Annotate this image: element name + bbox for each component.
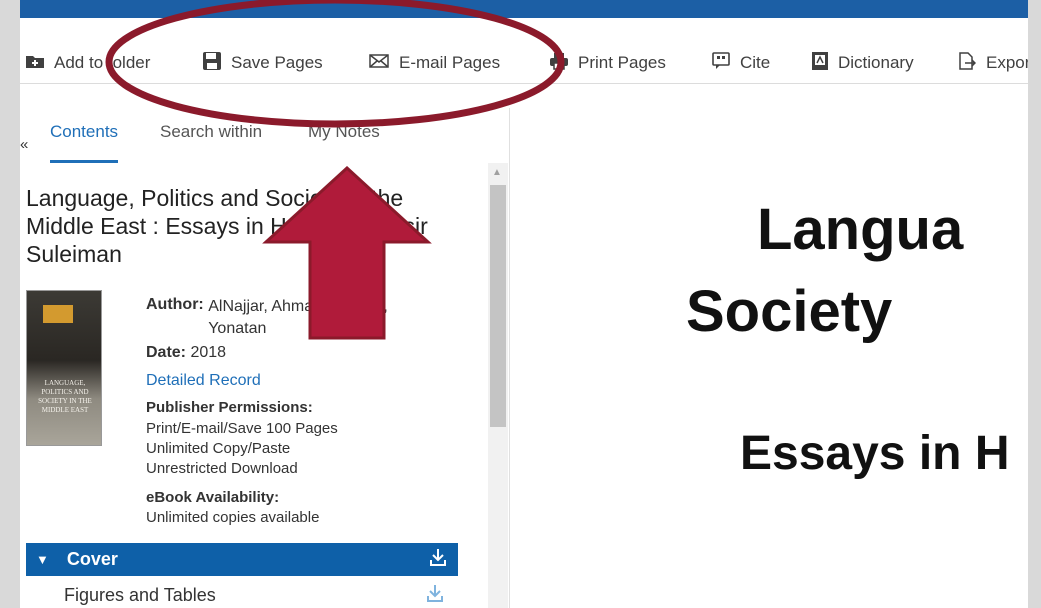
document-heading-line-1: Langua [757,197,964,262]
date-line: Date: 2018 [146,344,226,362]
cover-text: LANGUAGE, POLITICS AND SOCIETY IN THE MI… [38,379,92,414]
caret-down-icon: ▼ [36,552,49,567]
header-bar [20,0,1028,18]
print-pages-button[interactable]: Print Pages [550,52,666,74]
author-label: Author: [146,296,204,313]
dictionary-icon [812,51,828,75]
permission-copy-paste: Unlimited Copy/Paste [146,440,291,457]
ebook-availability-label: eBook Availability: [146,489,280,506]
save-pages-button[interactable]: Save Pages [203,51,323,75]
author-line: Author: AlNajjar, Ahmad; Mendel, Yonatan [146,296,398,340]
ebook-viewer: Add to folder Save Pages E-mail Pages Pr… [20,0,1028,608]
publisher-permissions-label: Publisher Permissions: [146,399,313,416]
dictionary-label: Dictionary [838,53,914,72]
scrollbar-thumb[interactable] [490,185,506,427]
author-value: AlNajjar, Ahmad; Mendel, Yonatan [208,298,388,337]
export-button[interactable]: Export [958,51,1028,75]
printer-icon [550,52,568,75]
permission-print-email-save: Print/E-mail/Save 100 Pages [146,420,338,437]
save-icon [203,51,221,75]
print-pages-label: Print Pages [578,53,666,72]
document-page-view: Langua Society Essays in H [511,108,1028,608]
download-icon[interactable] [430,548,446,571]
document-heading-line-2: Society [686,279,893,344]
collapse-sidebar-button[interactable]: « [20,136,28,153]
tab-search-within[interactable]: Search within [160,122,262,142]
toc-item-cover-label: Cover [66,549,118,569]
sidebar-panel: « Contents Search within My Notes ▲ Lang… [20,108,510,608]
ebook-availability-value: Unlimited copies available [146,509,320,526]
document-subheading: Essays in H [740,427,1010,480]
dictionary-button[interactable]: Dictionary [812,51,914,75]
tab-my-notes[interactable]: My Notes [308,122,380,142]
add-to-folder-label: Add to folder [54,53,151,72]
folder-add-icon [26,53,44,73]
cite-label: Cite [740,53,771,72]
export-icon [958,51,977,75]
email-pages-label: E-mail Pages [399,53,501,72]
download-icon[interactable] [427,584,443,607]
sidebar-scrollbar[interactable]: ▲ [488,163,508,608]
date-value: 2018 [190,344,227,361]
email-pages-button[interactable]: E-mail Pages [369,52,500,74]
toc-item-figures-and-tables[interactable]: Figures and Tables [64,585,216,606]
save-pages-label: Save Pages [231,53,323,72]
book-title: Language, Politics and Society in the Mi… [26,185,428,267]
scroll-up-arrow-icon[interactable]: ▲ [492,167,502,178]
detailed-record-link[interactable]: Detailed Record [146,372,261,390]
cite-button[interactable]: Cite [712,51,771,75]
book-cover-thumbnail[interactable]: LANGUAGE, POLITICS AND SOCIETY IN THE MI… [26,290,102,446]
quote-icon [712,51,730,75]
toolbar: Add to folder Save Pages E-mail Pages Pr… [20,44,1028,84]
permission-download: Unrestricted Download [146,460,298,477]
tab-contents[interactable]: Contents [50,122,119,163]
envelope-icon [369,53,389,73]
add-to-folder-button[interactable]: Add to folder [26,52,150,74]
export-label: Export [986,53,1028,72]
toc-item-cover[interactable]: ▼ Cover [26,543,458,576]
date-label: Date: [146,344,187,361]
